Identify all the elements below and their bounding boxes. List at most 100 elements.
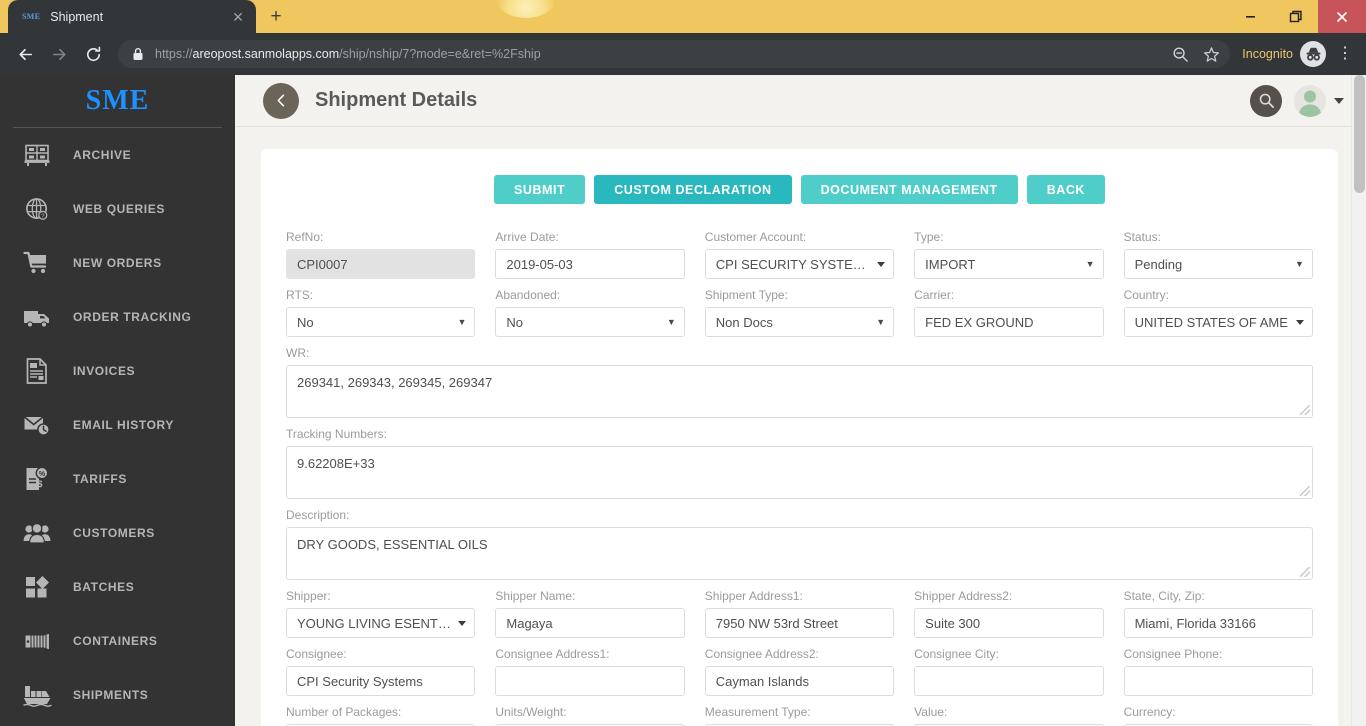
incognito-avatar-icon <box>1300 41 1326 67</box>
browser-forward-button[interactable] <box>44 39 74 69</box>
back-button[interactable]: BACK <box>1026 175 1105 204</box>
shipment-type-select[interactable]: Non Docs ▼ <box>704 307 895 337</box>
field-group-consignee-address1: Consignee Address1: <box>485 647 694 696</box>
browser-back-button[interactable] <box>10 39 40 69</box>
sidebar-item-label: INVOICES <box>73 364 136 378</box>
field-label: Consignee Address2: <box>704 647 819 661</box>
field-group-shipment-type: Shipment Type: Non Docs ▼ <box>695 288 904 337</box>
form-row-tracking: Tracking Numbers: 9.62208E+33 <box>276 427 1323 499</box>
sidebar-item-shipments[interactable]: SHIPMENTS <box>0 668 235 722</box>
submit-button[interactable]: SUBMIT <box>494 175 586 204</box>
field-label: Number of Packages: <box>286 705 402 719</box>
chevron-down-icon: ▼ <box>457 317 467 327</box>
custom-declaration-button[interactable]: CUSTOM DECLARATION <box>594 175 792 204</box>
sidebar-item-label: CUSTOMERS <box>73 526 155 540</box>
shipment-details-card: SUBMIT CUSTOM DECLARATION DOCUMENT MANAG… <box>261 149 1338 726</box>
sidebar-item-label: ARCHIVE <box>73 148 132 162</box>
sidebar-item-archive[interactable]: ARCHIVE <box>0 128 235 182</box>
field-label: Consignee City: <box>914 647 999 661</box>
address-bar[interactable]: https://areopost.sanmolapps.com/ship/nsh… <box>118 40 1231 68</box>
field-group-carrier: Carrier: FED EX GROUND <box>904 288 1113 337</box>
resize-grip-icon[interactable] <box>1300 486 1310 496</box>
sidebar-item-web-queries[interactable]: ? WEB QUERIES <box>0 182 235 236</box>
sidebar-item-new-orders[interactable]: NEW ORDERS <box>0 236 235 290</box>
chevron-down-icon[interactable] <box>1334 97 1344 104</box>
select-value: Non Docs <box>715 314 773 330</box>
sidebar-item-invoices[interactable]: INVOICES <box>0 344 235 398</box>
kebab-menu-icon[interactable]: ⋮ <box>1334 46 1356 62</box>
sidebar-item-email-history[interactable]: EMAIL HISTORY <box>0 398 235 452</box>
field-label: Value: <box>914 705 948 719</box>
scrollbar-thumb[interactable] <box>1354 75 1365 193</box>
url-path: /ship/nship/7?mode=e&ret=%2Fship <box>339 47 541 61</box>
browser-window: SME Shipment ✕ + https://areopost.sanmol… <box>0 0 1366 726</box>
field-group-shipper: Shipper: YOUNG LIVING ESENTIAL <box>276 589 485 638</box>
close-icon <box>1337 11 1347 22</box>
action-button-row: SUBMIT CUSTOM DECLARATION DOCUMENT MANAG… <box>276 175 1323 204</box>
field-label: Shipper Address1: <box>704 589 803 603</box>
window-minimize-button[interactable] <box>1228 0 1273 33</box>
field-group-consignee-address2: Consignee Address2: Cayman Islands <box>695 647 904 696</box>
form-row-wr: WR: 269341, 269343, 269345, 269347 <box>276 346 1323 418</box>
description-value: DRY GOODS, ESSENTIAL OILS <box>297 537 488 552</box>
shipper-name-input[interactable]: Magaya <box>495 608 685 638</box>
archive-icon <box>20 139 54 171</box>
incognito-indicator[interactable]: Incognito <box>1242 41 1326 67</box>
window-maximize-button[interactable] <box>1273 0 1318 33</box>
shipper-dropdown[interactable]: YOUNG LIVING ESENTIAL <box>286 608 476 638</box>
zoom-out-icon[interactable] <box>1172 46 1189 63</box>
tab-title: Shipment <box>50 9 104 24</box>
form-row-consignee: Consignee: CPI Security Systems Consigne… <box>276 647 1323 696</box>
tab-favicon-sme: SME <box>22 12 41 21</box>
maximize-icon <box>1289 10 1302 22</box>
sidebar-item-batches[interactable]: BATCHES <box>0 560 235 614</box>
wr-textarea[interactable]: 269341, 269343, 269345, 269347 <box>286 365 1313 418</box>
header-search-button[interactable] <box>1250 84 1282 117</box>
consignee-phone-input[interactable] <box>1123 666 1313 696</box>
incognito-label: Incognito <box>1242 47 1293 61</box>
svg-text:%: % <box>39 471 46 478</box>
abandoned-select[interactable]: No ▼ <box>495 307 685 337</box>
sidebar-item-containers[interactable]: CONTAINERS <box>0 614 235 668</box>
tracking-numbers-textarea[interactable]: 9.62208E+33 <box>286 446 1313 499</box>
arrive-date-input[interactable]: 2019-05-03 <box>495 249 685 279</box>
sidebar-item-order-tracking[interactable]: ORDER TRACKING <box>0 290 235 344</box>
field-label: Country: <box>1123 288 1169 302</box>
consignee-city-input[interactable] <box>914 666 1104 696</box>
page-back-button[interactable] <box>263 82 299 119</box>
select-value: Pending <box>1134 256 1183 272</box>
document-management-button[interactable]: DOCUMENT MANAGEMENT <box>800 175 1018 204</box>
resize-grip-icon[interactable] <box>1300 567 1310 577</box>
shipper-address2-input[interactable]: Suite 300 <box>914 608 1104 638</box>
shipper-address1-input[interactable]: 7950 NW 53rd Street <box>704 608 895 638</box>
consignee-address2-input[interactable]: Cayman Islands <box>704 666 895 696</box>
tab-close-icon[interactable]: ✕ <box>230 9 246 25</box>
field-label: Consignee: <box>286 647 347 661</box>
browser-reload-button[interactable] <box>78 39 108 69</box>
user-avatar[interactable] <box>1294 84 1326 117</box>
customer-account-dropdown[interactable]: CPI SECURITY SYSTEMS <box>704 249 895 279</box>
field-group-shipper-address1: Shipper Address1: 7950 NW 53rd Street <box>695 589 904 638</box>
page-scrollbar[interactable] <box>1351 75 1366 726</box>
state-city-zip-input[interactable]: Miami, Florida 33166 <box>1123 608 1313 638</box>
window-close-button[interactable] <box>1318 0 1366 33</box>
rts-select[interactable]: No ▼ <box>286 307 476 337</box>
sidebar-item-label: EMAIL HISTORY <box>73 418 174 432</box>
consignee-address1-input[interactable] <box>495 666 685 696</box>
type-select[interactable]: IMPORT ▼ <box>914 249 1104 279</box>
field-label: Arrive Date: <box>495 230 559 244</box>
field-label: Description: <box>286 508 350 522</box>
browser-tab-shipment[interactable]: SME Shipment ✕ <box>8 0 256 33</box>
form-row-description: Description: DRY GOODS, ESSENTIAL OILS <box>276 508 1323 580</box>
country-dropdown[interactable]: UNITED STATES OF AME <box>1123 307 1313 337</box>
star-icon[interactable] <box>1203 46 1220 63</box>
sidebar-item-customers[interactable]: CUSTOMERS <box>0 506 235 560</box>
resize-grip-icon[interactable] <box>1300 405 1310 415</box>
description-textarea[interactable]: DRY GOODS, ESSENTIAL OILS <box>286 527 1313 580</box>
sidebar-item-tariffs[interactable]: $ % TARIFFS <box>0 452 235 506</box>
people-group-icon <box>20 517 54 549</box>
status-select[interactable]: Pending ▼ <box>1123 249 1313 279</box>
new-tab-button[interactable]: + <box>262 3 290 31</box>
consignee-input[interactable]: CPI Security Systems <box>286 666 476 696</box>
carrier-input[interactable]: FED EX GROUND <box>914 307 1104 337</box>
